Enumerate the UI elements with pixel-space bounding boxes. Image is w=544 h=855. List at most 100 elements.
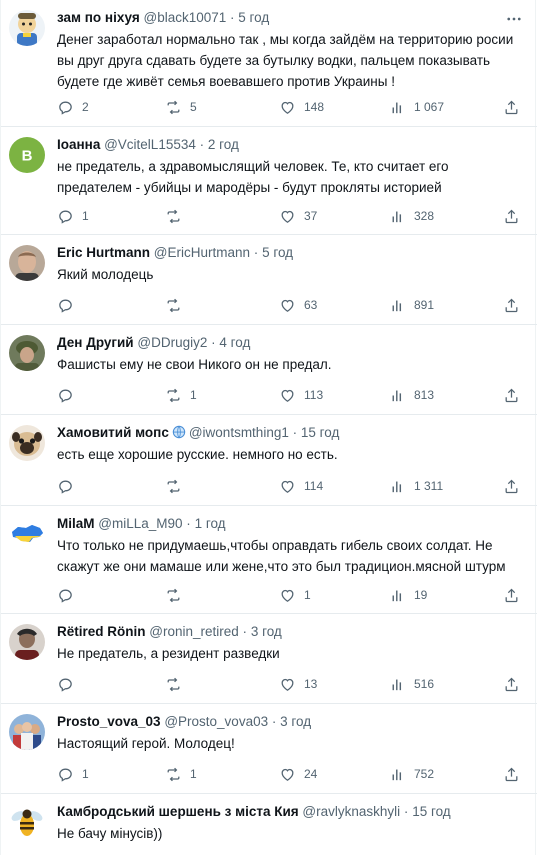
display-name[interactable]: Камбродський шершень з міста Кия	[57, 804, 299, 819]
like-button[interactable]: 63	[279, 295, 317, 315]
views-button[interactable]: 891	[389, 295, 434, 315]
retweet-button[interactable]: 1	[165, 385, 197, 405]
share-button[interactable]	[503, 674, 520, 694]
tweet[interactable]: Хамовитий мопс @iwontsmthing1 · 15 год ест…	[1, 415, 537, 506]
timestamp[interactable]: 2 год	[208, 137, 239, 152]
avatar[interactable]	[9, 335, 45, 371]
likes-count: 148	[304, 100, 325, 114]
tweet-content: Камбродський шершень з міста Кия @ravlyk…	[57, 802, 525, 844]
more-button[interactable]	[505, 10, 525, 30]
like-button[interactable]: 114	[279, 476, 323, 496]
views-count: 19	[414, 588, 428, 602]
avatar[interactable]	[9, 425, 45, 461]
user-handle[interactable]: @ronin_retired	[149, 624, 239, 639]
reply-button[interactable]: 1	[57, 764, 89, 784]
like-button[interactable]: 13	[279, 674, 317, 694]
display-name[interactable]: Іоанна	[57, 137, 100, 152]
retweet-button[interactable]	[165, 295, 190, 315]
user-handle[interactable]: @miLLa_M90	[98, 516, 182, 531]
share-button[interactable]	[503, 385, 520, 405]
user-handle[interactable]: @VcitelL15534	[104, 137, 196, 152]
tweet[interactable]: Камбродський шершень з міста Кия @ravlyk…	[1, 794, 537, 855]
timestamp[interactable]: 15 год	[301, 425, 339, 440]
avatar[interactable]	[9, 245, 45, 281]
like-button[interactable]: 148	[279, 97, 324, 117]
reply-button[interactable]	[57, 476, 82, 496]
retweet-button[interactable]: 1	[165, 764, 197, 784]
share-button[interactable]	[503, 476, 520, 496]
timestamp[interactable]: 3 год	[280, 714, 311, 729]
reply-button[interactable]: 1	[57, 206, 89, 226]
reply-button[interactable]	[57, 585, 82, 605]
views-button[interactable]: 516	[389, 674, 434, 694]
display-name[interactable]: MilaM	[57, 516, 95, 531]
tweet[interactable]: MilaM @miLLa_M90 · 1 год Что только не пр…	[1, 506, 537, 614]
tweet-text: Фашисты ему не свои Никого он не предал.	[57, 357, 332, 372]
user-handle[interactable]: @iwontsmthing1	[189, 425, 289, 440]
tweet[interactable]: Prosto_vova_03 @Prosto_vova03 · 3 год Нас…	[1, 704, 537, 794]
display-name[interactable]: Хамовитий мопс	[57, 425, 169, 440]
retweet-button[interactable]: 5	[165, 97, 197, 117]
tweet[interactable]: Rëtired Rönin @ronin_retired · 3 год Не п…	[1, 614, 537, 704]
share-button[interactable]	[503, 585, 520, 605]
reply-button[interactable]	[57, 295, 82, 315]
separator-dot: ·	[292, 425, 298, 440]
reply-button[interactable]: 2	[57, 97, 89, 117]
reply-icon	[57, 587, 74, 604]
like-button[interactable]: 24	[279, 764, 317, 784]
share-button[interactable]	[503, 764, 520, 784]
user-handle[interactable]: @Prosto_vova03	[164, 714, 268, 729]
retweet-button[interactable]	[165, 585, 190, 605]
user-handle[interactable]: @EricHurtmann	[154, 245, 250, 260]
views-button[interactable]: 752	[389, 764, 434, 784]
retweet-button[interactable]	[165, 476, 190, 496]
display-name[interactable]: Rëtired Rönin	[57, 624, 146, 639]
retweets-count: 1	[190, 767, 197, 781]
like-button[interactable]: 37	[279, 206, 317, 226]
timestamp[interactable]: 1 год	[195, 516, 226, 531]
share-icon	[503, 587, 520, 604]
views-button[interactable]: 1 067	[389, 97, 444, 117]
like-button[interactable]: 1	[279, 585, 311, 605]
display-name[interactable]: зам по ніхуя	[57, 10, 140, 25]
retweet-icon	[165, 387, 182, 404]
avatar[interactable]	[9, 624, 45, 660]
timestamp[interactable]: 15 год	[412, 804, 450, 819]
reply-button[interactable]	[57, 385, 82, 405]
timestamp[interactable]: 5 год	[238, 10, 269, 25]
share-icon	[503, 208, 520, 225]
views-button[interactable]: 813	[389, 385, 434, 405]
like-button[interactable]: 113	[279, 385, 323, 405]
avatar[interactable]	[9, 804, 45, 840]
tweet-actions: 63 891	[57, 295, 525, 315]
tweet[interactable]: Ден Другий @DDrugiy2 · 4 год Фашисты ему …	[1, 325, 537, 415]
views-icon	[389, 766, 406, 783]
tweet[interactable]: зам по ніхуя @black10071 · 5 год Денег за…	[1, 0, 537, 127]
avatar[interactable]	[9, 714, 45, 750]
share-button[interactable]	[503, 206, 520, 226]
retweet-button[interactable]	[165, 206, 190, 226]
views-button[interactable]: 19	[389, 585, 427, 605]
user-handle[interactable]: @ravlyknaskhyli	[302, 804, 400, 819]
retweet-icon	[165, 676, 182, 693]
tweet[interactable]: B Іоанна @VcitelL15534 · 2 год не предател…	[1, 127, 537, 235]
share-button[interactable]	[503, 295, 520, 315]
timestamp[interactable]: 4 год	[219, 335, 250, 350]
timestamp[interactable]: 5 год	[262, 245, 293, 260]
display-name[interactable]: Prosto_vova_03	[57, 714, 161, 729]
display-name[interactable]: Ден Другий	[57, 335, 134, 350]
globe-icon	[169, 425, 189, 440]
avatar[interactable]: B	[9, 137, 45, 173]
avatar[interactable]	[9, 10, 45, 46]
views-button[interactable]: 328	[389, 206, 434, 226]
views-button[interactable]: 1 311	[389, 476, 443, 496]
user-handle[interactable]: @DDrugiy2	[137, 335, 207, 350]
reply-button[interactable]	[57, 674, 82, 694]
avatar[interactable]	[9, 516, 45, 552]
tweet[interactable]: Eric Hurtmann @EricHurtmann · 5 год Який …	[1, 235, 537, 325]
share-button[interactable]	[503, 97, 520, 117]
display-name[interactable]: Eric Hurtmann	[57, 245, 150, 260]
timestamp[interactable]: 3 год	[251, 624, 282, 639]
user-handle[interactable]: @black10071	[143, 10, 226, 25]
retweet-button[interactable]	[165, 674, 190, 694]
